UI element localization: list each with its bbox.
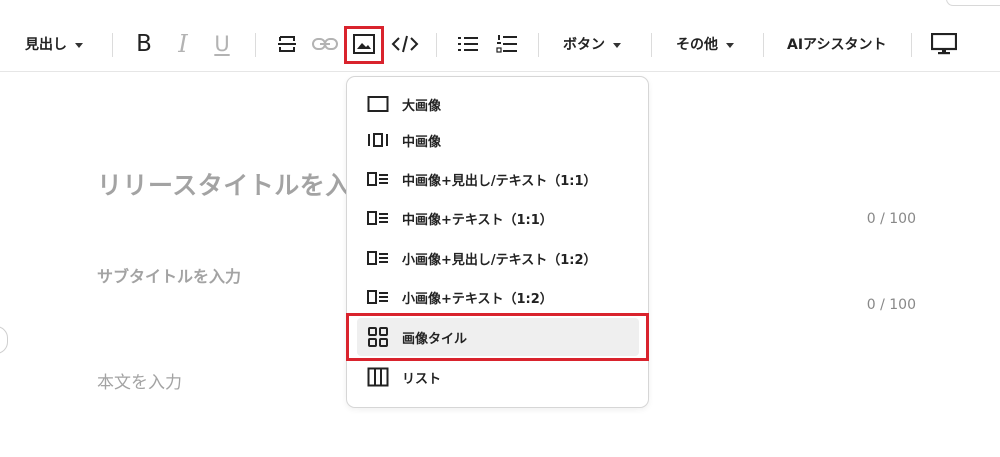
- ai-assistant-label: AIアシスタント: [787, 37, 887, 53]
- menu-item-label: 大画像: [402, 98, 442, 114]
- monitor-icon: [931, 33, 957, 55]
- image-text-icon: [366, 247, 390, 269]
- image-text-icon: [366, 286, 390, 308]
- link-button[interactable]: [311, 28, 339, 60]
- title-char-count: 0 / 100: [866, 211, 916, 227]
- underline-label: U: [214, 31, 230, 56]
- button-dropdown[interactable]: ボタン: [563, 28, 621, 60]
- toolbar-divider: [436, 33, 437, 57]
- medium-image-icon: [366, 129, 390, 151]
- image-tile-highlight: [346, 313, 649, 361]
- toolbar-divider: [112, 33, 113, 57]
- menu-item-label: リスト: [402, 371, 442, 387]
- underline-button[interactable]: U: [209, 28, 235, 60]
- menu-item-medium-image-heading-text[interactable]: 中画像+見出し/テキスト（1:1）: [357, 160, 639, 198]
- side-panel-handle[interactable]: [0, 326, 8, 354]
- italic-button[interactable]: I: [171, 28, 195, 60]
- numbered-list-icon: [496, 35, 517, 53]
- toolbar-divider: [911, 33, 912, 57]
- menu-item-label: 中画像+見出し/テキスト（1:1）: [402, 173, 597, 189]
- menu-item-list[interactable]: リスト: [357, 358, 639, 396]
- code-icon: [391, 35, 419, 53]
- large-image-icon: [366, 93, 390, 115]
- button-dropdown-label: ボタン: [563, 37, 605, 53]
- image-text-icon: [366, 168, 390, 190]
- menu-item-label: 小画像+見出し/テキスト（1:2）: [402, 252, 597, 268]
- toolbar-divider: [763, 33, 764, 57]
- image-button-highlight: [344, 26, 384, 64]
- chevron-down-icon: [75, 42, 83, 48]
- menu-item-label: 小画像+テキスト（1:2）: [402, 291, 553, 307]
- menu-item-large-image[interactable]: 大画像: [357, 85, 639, 123]
- bold-label: B: [136, 30, 152, 57]
- toolbar-divider: [538, 33, 539, 57]
- menu-item-medium-image[interactable]: 中画像: [357, 121, 639, 159]
- strikethrough-icon: [278, 36, 296, 52]
- subtitle-input[interactable]: サブタイトルを入力: [97, 263, 241, 287]
- menu-item-label: 中画像+テキスト（1:1）: [402, 212, 553, 228]
- heading-dropdown[interactable]: 見出し: [25, 28, 83, 60]
- other-dropdown-label: その他: [676, 37, 718, 53]
- editor-toolbar: 見出し B I U ボタン その他 AIアシスタント: [0, 0, 1000, 72]
- title-input[interactable]: リリースタイトルを入力: [97, 166, 376, 202]
- list-columns-icon: [366, 366, 390, 388]
- menu-item-small-image-heading-text[interactable]: 小画像+見出し/テキスト（1:2）: [357, 239, 639, 277]
- menu-item-small-image-text[interactable]: 小画像+テキスト（1:2）: [357, 278, 639, 316]
- chevron-down-icon: [613, 42, 621, 48]
- bold-button[interactable]: B: [131, 28, 157, 60]
- menu-item-medium-image-text[interactable]: 中画像+テキスト（1:1）: [357, 199, 639, 237]
- strikethrough-button[interactable]: [274, 28, 300, 60]
- link-icon: [312, 38, 338, 50]
- heading-dropdown-label: 見出し: [25, 37, 67, 53]
- body-input[interactable]: 本文を入力: [97, 368, 182, 393]
- ai-assistant-button[interactable]: AIアシスタント: [787, 28, 886, 60]
- subtitle-char-count: 0 / 100: [866, 297, 916, 313]
- chevron-down-icon: [726, 42, 734, 48]
- numbered-list-button[interactable]: [495, 28, 519, 60]
- window-corner-control: [946, 0, 1000, 6]
- preview-button[interactable]: [930, 28, 958, 60]
- italic-label: I: [178, 30, 188, 58]
- bullet-list-icon: [458, 37, 478, 51]
- image-text-icon: [366, 207, 390, 229]
- other-dropdown[interactable]: その他: [676, 28, 734, 60]
- code-button[interactable]: [390, 28, 420, 60]
- toolbar-divider: [651, 33, 652, 57]
- bullet-list-button[interactable]: [456, 28, 480, 60]
- menu-item-label: 中画像: [402, 134, 442, 150]
- toolbar-divider: [255, 33, 256, 57]
